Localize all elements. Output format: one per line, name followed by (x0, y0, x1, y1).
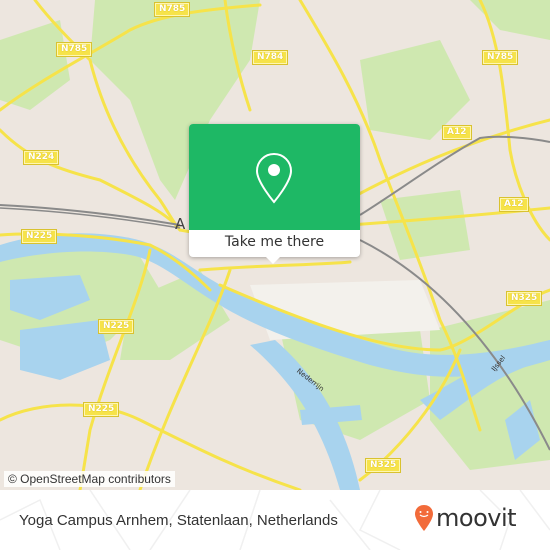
road-shield-a12: A12 (499, 197, 529, 212)
road-shield-n225: N225 (20, 229, 58, 244)
moovit-logo[interactable]: moovit (414, 504, 517, 532)
city-label: A (175, 215, 186, 233)
road-shield-n784: N784 (251, 50, 289, 65)
road-shield-a12: A12 (442, 125, 472, 140)
brand-name: moovit (436, 504, 517, 532)
road-shield-n785: N785 (55, 42, 93, 57)
road-shield-n325: N325 (505, 291, 543, 306)
road-shield-n225: N225 (82, 402, 120, 417)
footer: Yoga Campus Arnhem, Statenlaan, Netherla… (0, 490, 550, 550)
map[interactable]: A N785 N785 N784 N785 N224 A12 A12 N225 … (0, 0, 550, 490)
popup-tail (266, 257, 280, 264)
moovit-pin-icon (415, 505, 433, 531)
road-shield-n785: N785 (481, 50, 519, 65)
road-shield-n224: N224 (22, 150, 60, 165)
location-popup: Take me there (189, 124, 360, 264)
map-attribution[interactable]: © OpenStreetMap contributors (4, 471, 175, 487)
take-me-there-button[interactable]: Take me there (189, 230, 360, 257)
road-shield-n325: N325 (364, 458, 402, 473)
popup-header (189, 124, 360, 230)
road-shield-n225: N225 (97, 319, 135, 334)
map-pin-icon (255, 152, 293, 204)
road-shield-n785: N785 (153, 2, 191, 17)
place-name: Yoga Campus Arnhem, Statenlaan, Netherla… (19, 512, 338, 529)
